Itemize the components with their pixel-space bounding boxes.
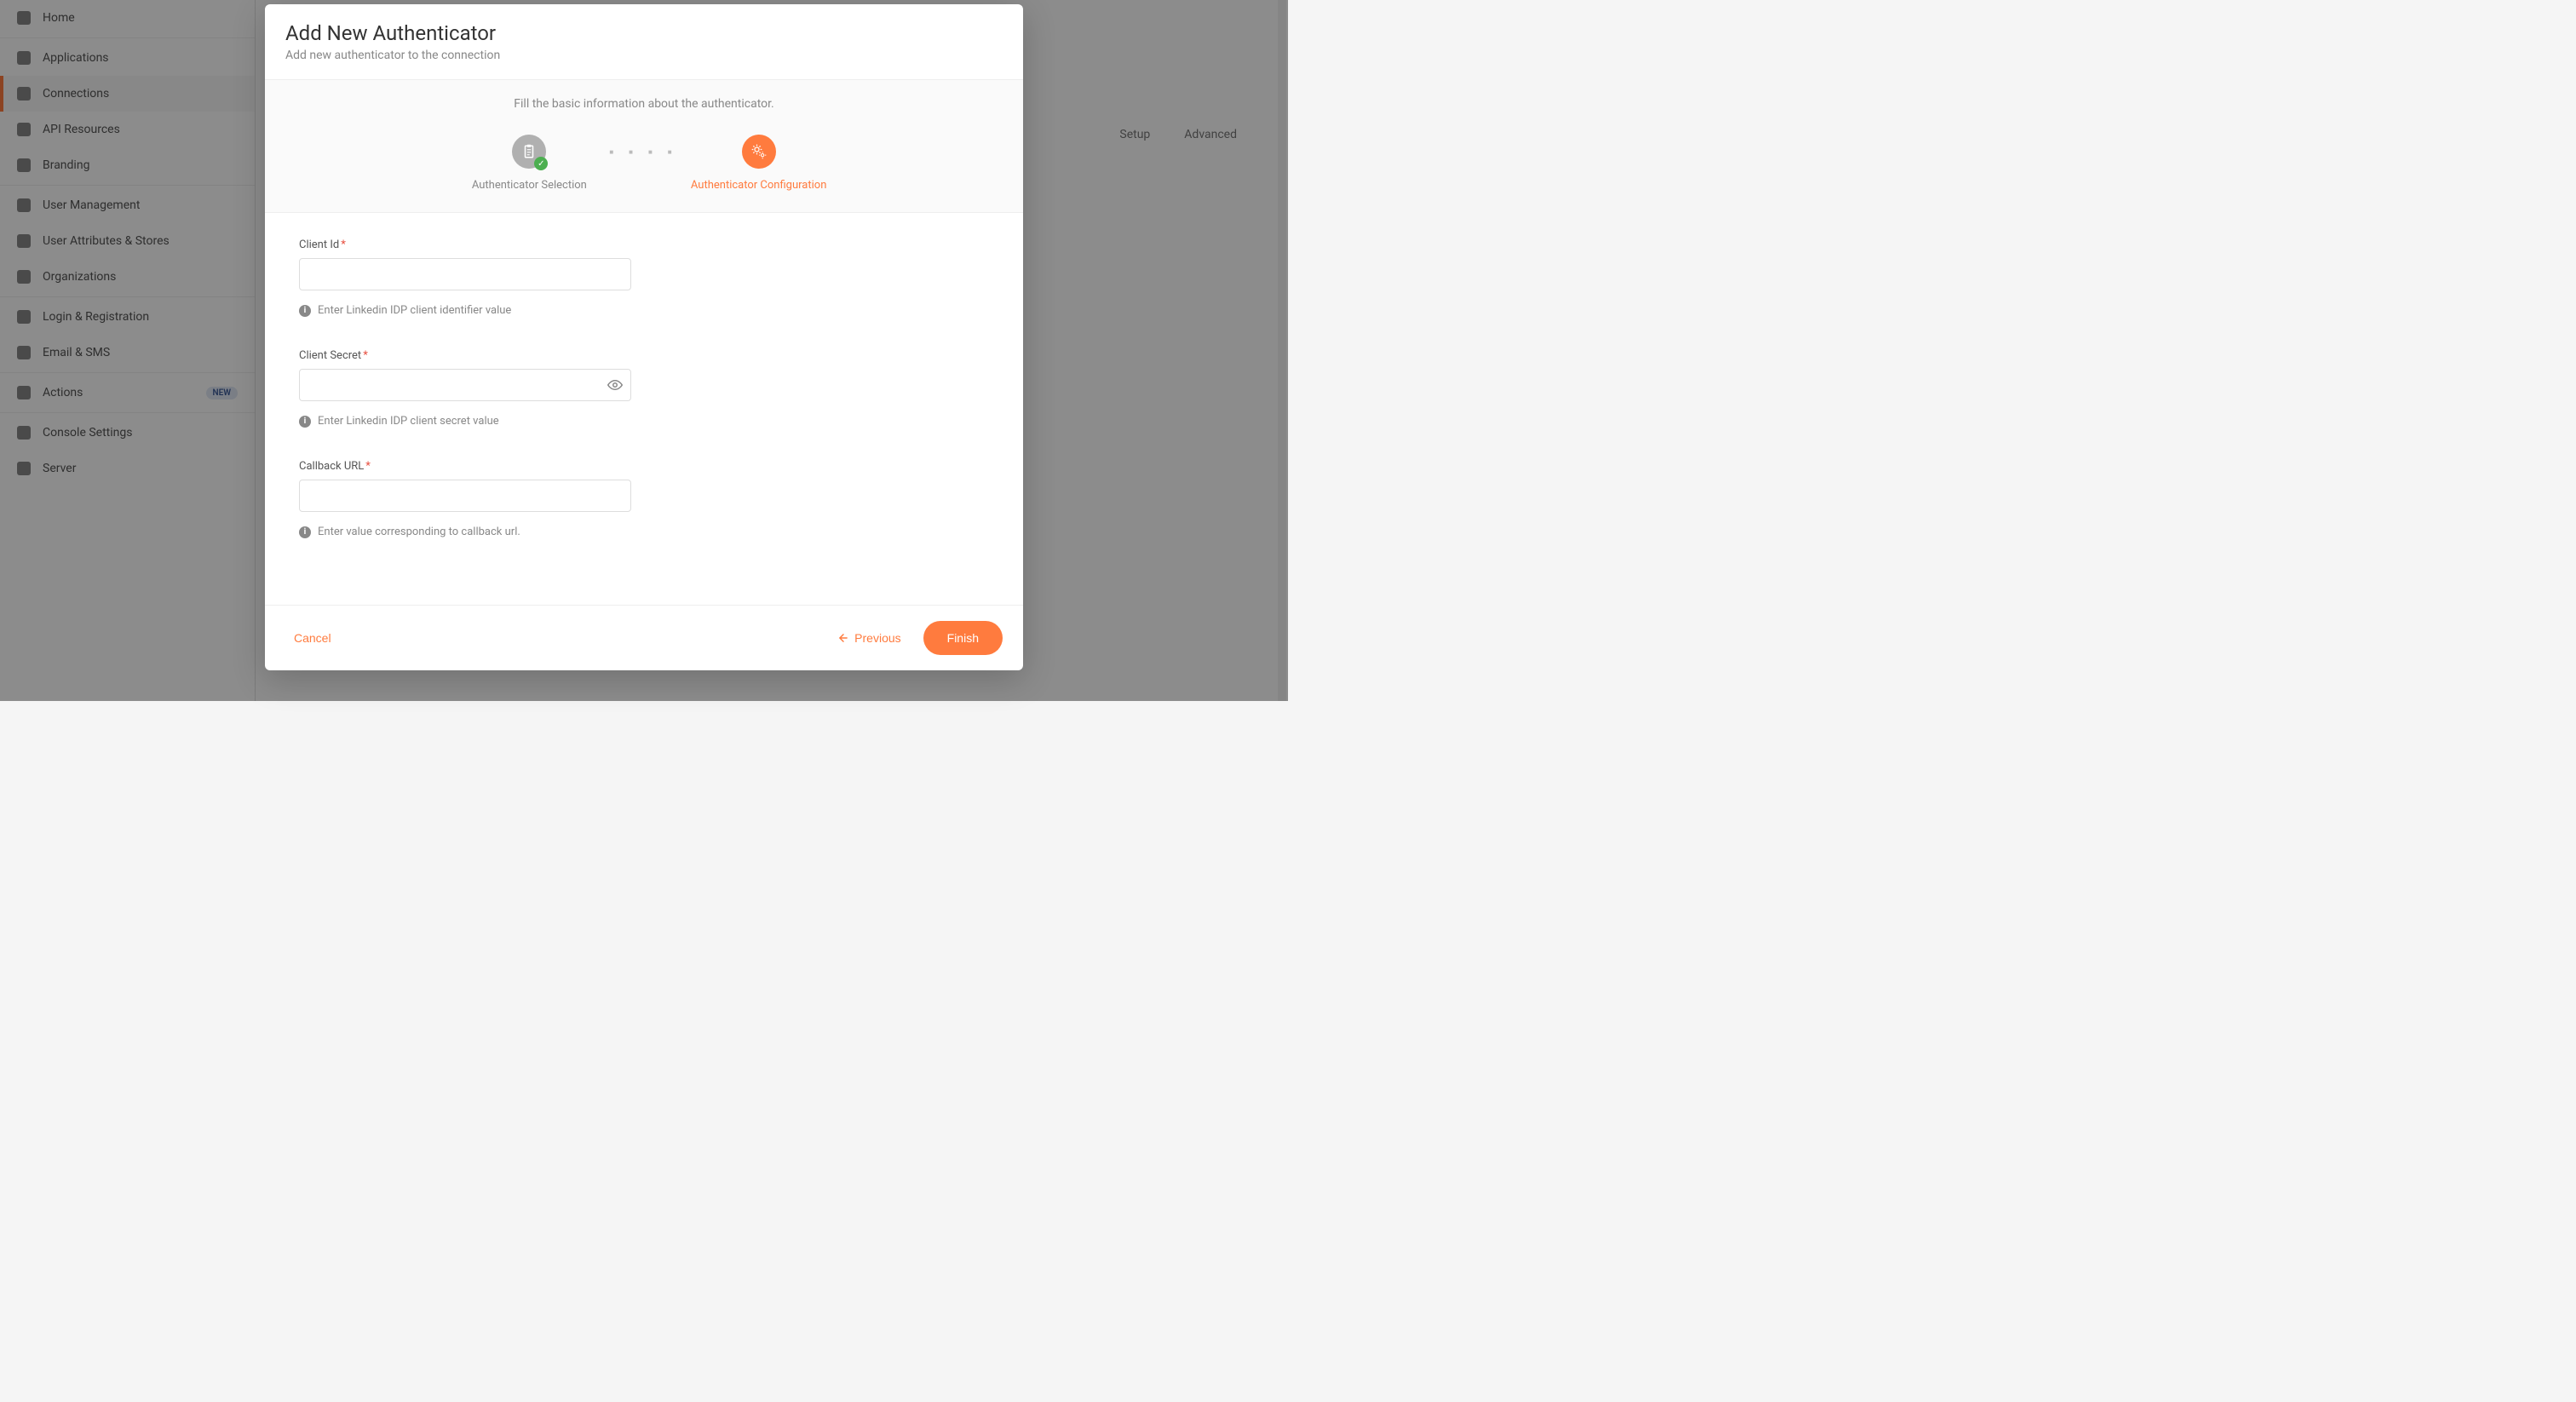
client-secret-input[interactable] <box>299 369 631 401</box>
callback-url-label: Callback URL* <box>299 460 989 473</box>
step-label: Authenticator Selection <box>472 179 587 192</box>
client-secret-hint: i Enter Linkedin IDP client secret value <box>299 415 989 428</box>
info-icon: i <box>299 416 311 428</box>
info-icon: i <box>299 526 311 538</box>
callback-url-input[interactable] <box>299 480 631 512</box>
step-label: Authenticator Configuration <box>691 179 826 192</box>
required-asterisk: * <box>365 460 371 473</box>
gears-icon <box>750 143 768 160</box>
modal-footer: Cancel Previous Finish <box>265 605 1023 670</box>
client-id-input[interactable] <box>299 258 631 290</box>
required-asterisk: * <box>363 349 368 362</box>
required-asterisk: * <box>341 238 346 251</box>
step-circle-active <box>742 135 776 169</box>
client-secret-label: Client Secret* <box>299 349 989 362</box>
check-icon: ✓ <box>534 157 548 170</box>
form-group-client-id: Client Id* i Enter Linkedin IDP client i… <box>299 238 989 317</box>
add-authenticator-modal: Add New Authenticator Add new authentica… <box>265 4 1023 670</box>
toggle-visibility-button[interactable] <box>607 377 623 393</box>
form-group-callback-url: Callback URL* i Enter value correspondin… <box>299 460 989 538</box>
modal-subtitle: Add new authenticator to the connection <box>285 49 1003 62</box>
step-connector: ■ ■ ■ ■ <box>609 135 678 169</box>
client-id-label: Client Id* <box>299 238 989 251</box>
step-authenticator-selection: ✓ Authenticator Selection <box>452 135 606 192</box>
step-authenticator-configuration: Authenticator Configuration <box>682 135 836 192</box>
eye-icon <box>607 377 623 393</box>
stepper-hint: Fill the basic information about the aut… <box>285 97 1003 111</box>
arrow-left-icon <box>837 632 849 644</box>
stepper: ✓ Authenticator Selection ■ ■ ■ ■ A <box>285 135 1003 192</box>
previous-button[interactable]: Previous <box>829 624 909 652</box>
callback-url-hint: i Enter value corresponding to callback … <box>299 526 989 538</box>
modal-header: Add New Authenticator Add new authentica… <box>265 4 1023 80</box>
step-circle-done: ✓ <box>512 135 546 169</box>
client-id-hint: i Enter Linkedin IDP client identifier v… <box>299 304 989 317</box>
info-icon: i <box>299 305 311 317</box>
modal-title: Add New Authenticator <box>285 21 1003 45</box>
clipboard-icon <box>521 144 537 159</box>
form-group-client-secret: Client Secret* i Enter Linkedin IDP clie… <box>299 349 989 428</box>
modal-overlay: Add New Authenticator Add new authentica… <box>0 0 1288 701</box>
finish-button[interactable]: Finish <box>923 621 1003 655</box>
modal-body: Client Id* i Enter Linkedin IDP client i… <box>265 213 1023 605</box>
cancel-button[interactable]: Cancel <box>285 624 340 652</box>
stepper-section: Fill the basic information about the aut… <box>265 80 1023 213</box>
